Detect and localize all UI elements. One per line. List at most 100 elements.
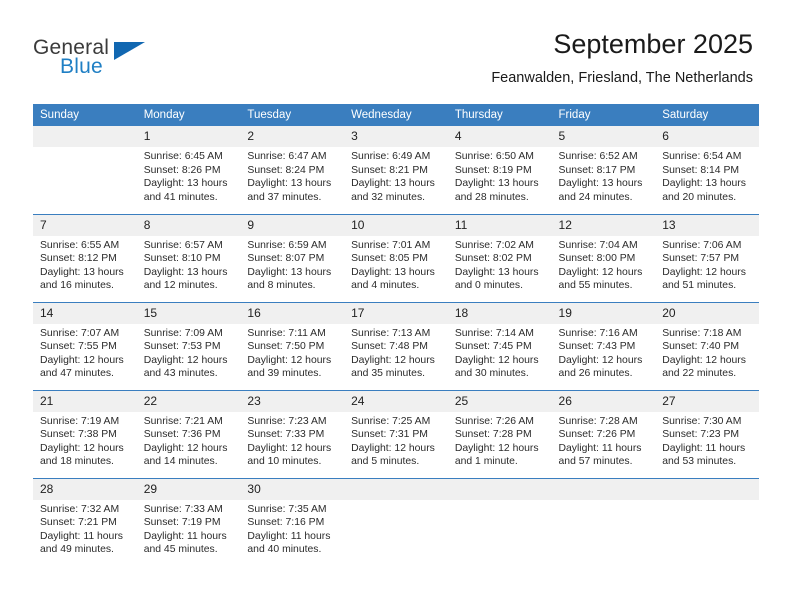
sunrise-text: Sunrise: 7:02 AM bbox=[454, 239, 534, 251]
calendar-day-cell[interactable]: 5 Sunrise: 6:52 AM Sunset: 8:17 PM Daylight… bbox=[551, 126, 656, 214]
daylight-text-line2: and 16 minutes. bbox=[40, 280, 114, 292]
day-number: 2 bbox=[240, 126, 345, 147]
calendar-day-cell[interactable]: 15 Sunrise: 7:09 AM Sunset: 7:53 PM Dayligh… bbox=[136, 301, 241, 390]
day-number: 24 bbox=[344, 390, 448, 412]
sunset-text: Sunset: 7:53 PM bbox=[143, 341, 221, 353]
daylight-text-line2: and 30 minutes. bbox=[454, 368, 529, 380]
day-details: Sunrise: 6:47 AM Sunset: 8:24 PM Daylight:… bbox=[240, 147, 344, 204]
calendar-day-cell[interactable]: 9 Sunrise: 6:59 AM Sunset: 8:07 PM Daylight… bbox=[240, 213, 345, 302]
sunset-text: Sunset: 7:50 PM bbox=[247, 341, 325, 353]
daylight-text-line2: and 57 minutes. bbox=[558, 456, 633, 468]
calendar-day-cell[interactable]: 22 Sunrise: 7:21 AM Sunset: 7:36 PM Dayligh… bbox=[136, 389, 241, 478]
calendar-day-cell[interactable]: 6 Sunrise: 6:54 AM Sunset: 8:14 PM Daylight… bbox=[655, 126, 759, 214]
calendar-day-cell[interactable]: 25 Sunrise: 7:26 AM Sunset: 7:28 PM Dayligh… bbox=[447, 389, 552, 478]
triangle-logo-icon bbox=[114, 42, 145, 60]
calendar-day-cell[interactable]: 21 Sunrise: 7:19 AM Sunset: 7:38 PM Dayligh… bbox=[33, 389, 137, 478]
calendar-day-cell[interactable]: 30 Sunrise: 7:35 AM Sunset: 7:16 PM Dayligh… bbox=[240, 477, 345, 566]
daylight-text-line2: and 5 minutes. bbox=[351, 456, 420, 468]
sunset-text: Sunset: 7:57 PM bbox=[662, 253, 740, 265]
day-details: Sunrise: 7:30 AM Sunset: 7:23 PM Daylight:… bbox=[655, 412, 759, 469]
calendar-day-cell[interactable]: 23 Sunrise: 7:23 AM Sunset: 7:33 PM Dayligh… bbox=[240, 389, 345, 478]
day-number: 20 bbox=[655, 302, 759, 324]
daylight-text-line1: Daylight: 12 hours bbox=[40, 442, 124, 454]
sunset-text: Sunset: 8:24 PM bbox=[247, 164, 325, 176]
day-details: Sunrise: 7:16 AM Sunset: 7:43 PM Daylight:… bbox=[552, 324, 656, 381]
day-details: Sunrise: 7:23 AM Sunset: 7:33 PM Daylight:… bbox=[240, 412, 344, 469]
calendar-day-cell[interactable]: 17 Sunrise: 7:13 AM Sunset: 7:48 PM Dayligh… bbox=[344, 301, 448, 390]
daylight-text-line2: and 24 minutes. bbox=[558, 191, 633, 203]
calendar-day-cell[interactable]: 8 Sunrise: 6:57 AM Sunset: 8:10 PM Daylight… bbox=[136, 213, 241, 302]
daylight-text-line1: Daylight: 13 hours bbox=[143, 266, 228, 278]
calendar-day-cell[interactable]: 11 Sunrise: 7:02 AM Sunset: 8:02 PM Dayligh… bbox=[447, 213, 552, 302]
sunset-text: Sunset: 8:05 PM bbox=[351, 253, 428, 265]
calendar-day-cell[interactable]: 27 Sunrise: 7:30 AM Sunset: 7:23 PM Dayligh… bbox=[655, 389, 759, 478]
day-details: Sunrise: 7:28 AM Sunset: 7:26 PM Daylight:… bbox=[552, 412, 656, 469]
calendar-day-cell[interactable]: 7 Sunrise: 6:55 AM Sunset: 8:12 PM Daylight… bbox=[33, 213, 137, 302]
calendar-day-cell[interactable]: 1 Sunrise: 6:45 AM Sunset: 8:26 PM Daylight… bbox=[136, 126, 241, 214]
daylight-text-line2: and 51 minutes. bbox=[662, 280, 737, 292]
calendar-day-cell[interactable]: 10 Sunrise: 7:01 AM Sunset: 8:05 PM Dayligh… bbox=[344, 213, 448, 302]
daylight-text-line1: Daylight: 13 hours bbox=[454, 178, 539, 190]
sunrise-text: Sunrise: 7:32 AM bbox=[40, 503, 120, 515]
day-details: Sunrise: 7:26 AM Sunset: 7:28 PM Daylight:… bbox=[448, 412, 552, 469]
calendar-day-cell[interactable]: 28 Sunrise: 7:32 AM Sunset: 7:21 PM Dayligh… bbox=[33, 477, 137, 566]
sunset-text: Sunset: 7:19 PM bbox=[143, 517, 221, 529]
day-number: 27 bbox=[655, 390, 759, 412]
daylight-text-line1: Daylight: 12 hours bbox=[454, 354, 539, 366]
sunset-text: Sunset: 7:48 PM bbox=[351, 341, 428, 353]
day-details: Sunrise: 7:13 AM Sunset: 7:48 PM Daylight:… bbox=[344, 324, 448, 381]
daylight-text-line2: and 1 minute. bbox=[454, 456, 518, 468]
logo-text-blue: Blue bbox=[60, 55, 103, 78]
calendar-week-row: 28 Sunrise: 7:32 AM Sunset: 7:21 PM Dayligh… bbox=[33, 477, 759, 566]
calendar-cell-empty bbox=[447, 477, 552, 566]
calendar-day-cell[interactable]: 4 Sunrise: 6:50 AM Sunset: 8:19 PM Daylight… bbox=[447, 126, 552, 214]
sunset-text: Sunset: 8:12 PM bbox=[40, 253, 117, 265]
sunset-text: Sunset: 7:16 PM bbox=[247, 517, 325, 529]
daylight-text-line2: and 40 minutes. bbox=[247, 544, 322, 556]
day-details: Sunrise: 6:57 AM Sunset: 8:10 PM Daylight:… bbox=[137, 236, 241, 293]
sunrise-text: Sunrise: 7:06 AM bbox=[662, 239, 742, 251]
day-number bbox=[447, 478, 552, 500]
calendar-day-cell[interactable]: 18 Sunrise: 7:14 AM Sunset: 7:45 PM Dayligh… bbox=[447, 301, 552, 390]
day-details: Sunrise: 7:07 AM Sunset: 7:55 PM Daylight:… bbox=[33, 324, 137, 381]
calendar-day-cell[interactable]: 26 Sunrise: 7:28 AM Sunset: 7:26 PM Dayligh… bbox=[551, 389, 656, 478]
day-number bbox=[344, 478, 448, 500]
daylight-text-line1: Daylight: 11 hours bbox=[558, 442, 642, 454]
daylight-text-line1: Daylight: 12 hours bbox=[662, 354, 746, 366]
daylight-text-line2: and 14 minutes. bbox=[143, 456, 218, 468]
calendar-week-row: 21 Sunrise: 7:19 AM Sunset: 7:38 PM Dayligh… bbox=[33, 389, 759, 478]
daylight-text-line2: and 43 minutes. bbox=[143, 368, 218, 380]
sunset-text: Sunset: 7:43 PM bbox=[558, 341, 636, 353]
day-number: 22 bbox=[136, 390, 241, 412]
calendar-day-cell[interactable]: 12 Sunrise: 7:04 AM Sunset: 8:00 PM Dayligh… bbox=[551, 213, 656, 302]
calendar-day-cell[interactable]: 3 Sunrise: 6:49 AM Sunset: 8:21 PM Daylight… bbox=[344, 126, 448, 214]
page-subtitle: Feanwalden, Friesland, The Netherlands bbox=[491, 70, 753, 86]
calendar-day-cell[interactable]: 2 Sunrise: 6:47 AM Sunset: 8:24 PM Daylight… bbox=[240, 126, 345, 214]
calendar-day-cell[interactable]: 24 Sunrise: 7:25 AM Sunset: 7:31 PM Dayligh… bbox=[344, 389, 448, 478]
general-blue-logo[interactable]: General Blue bbox=[33, 36, 173, 88]
day-details: Sunrise: 7:33 AM Sunset: 7:19 PM Daylight:… bbox=[137, 500, 241, 557]
day-number: 11 bbox=[447, 214, 552, 236]
day-number: 1 bbox=[136, 126, 241, 147]
calendar-week-row: 14 Sunrise: 7:07 AM Sunset: 7:55 PM Dayligh… bbox=[33, 301, 759, 390]
daylight-text-line1: Daylight: 13 hours bbox=[351, 178, 435, 190]
sunrise-text: Sunrise: 6:54 AM bbox=[662, 151, 742, 162]
sunrise-text: Sunrise: 6:57 AM bbox=[143, 239, 223, 251]
calendar-day-cell[interactable]: 13 Sunrise: 7:06 AM Sunset: 7:57 PM Dayligh… bbox=[655, 213, 759, 302]
calendar-day-cell[interactable]: 16 Sunrise: 7:11 AM Sunset: 7:50 PM Dayligh… bbox=[240, 301, 345, 390]
calendar-header-row: Sunday Monday Tuesday Wednesday Thursday… bbox=[33, 104, 759, 126]
sunrise-text: Sunrise: 7:07 AM bbox=[40, 327, 120, 339]
day-number: 12 bbox=[551, 214, 656, 236]
day-number: 3 bbox=[344, 126, 448, 147]
daylight-text-line2: and 28 minutes. bbox=[454, 191, 529, 203]
calendar-day-cell[interactable]: 14 Sunrise: 7:07 AM Sunset: 7:55 PM Dayligh… bbox=[33, 301, 137, 390]
day-number: 14 bbox=[33, 302, 137, 324]
sunset-text: Sunset: 7:26 PM bbox=[558, 429, 636, 441]
daylight-text-line1: Daylight: 13 hours bbox=[558, 178, 643, 190]
daylight-text-line1: Daylight: 11 hours bbox=[662, 442, 746, 454]
daylight-text-line2: and 0 minutes. bbox=[454, 280, 523, 292]
calendar-day-cell[interactable]: 20 Sunrise: 7:18 AM Sunset: 7:40 PM Dayligh… bbox=[655, 301, 759, 390]
calendar-day-cell[interactable]: 19 Sunrise: 7:16 AM Sunset: 7:43 PM Dayligh… bbox=[551, 301, 656, 390]
day-number: 30 bbox=[240, 478, 345, 500]
calendar-day-cell[interactable]: 29 Sunrise: 7:33 AM Sunset: 7:19 PM Dayligh… bbox=[136, 477, 241, 566]
